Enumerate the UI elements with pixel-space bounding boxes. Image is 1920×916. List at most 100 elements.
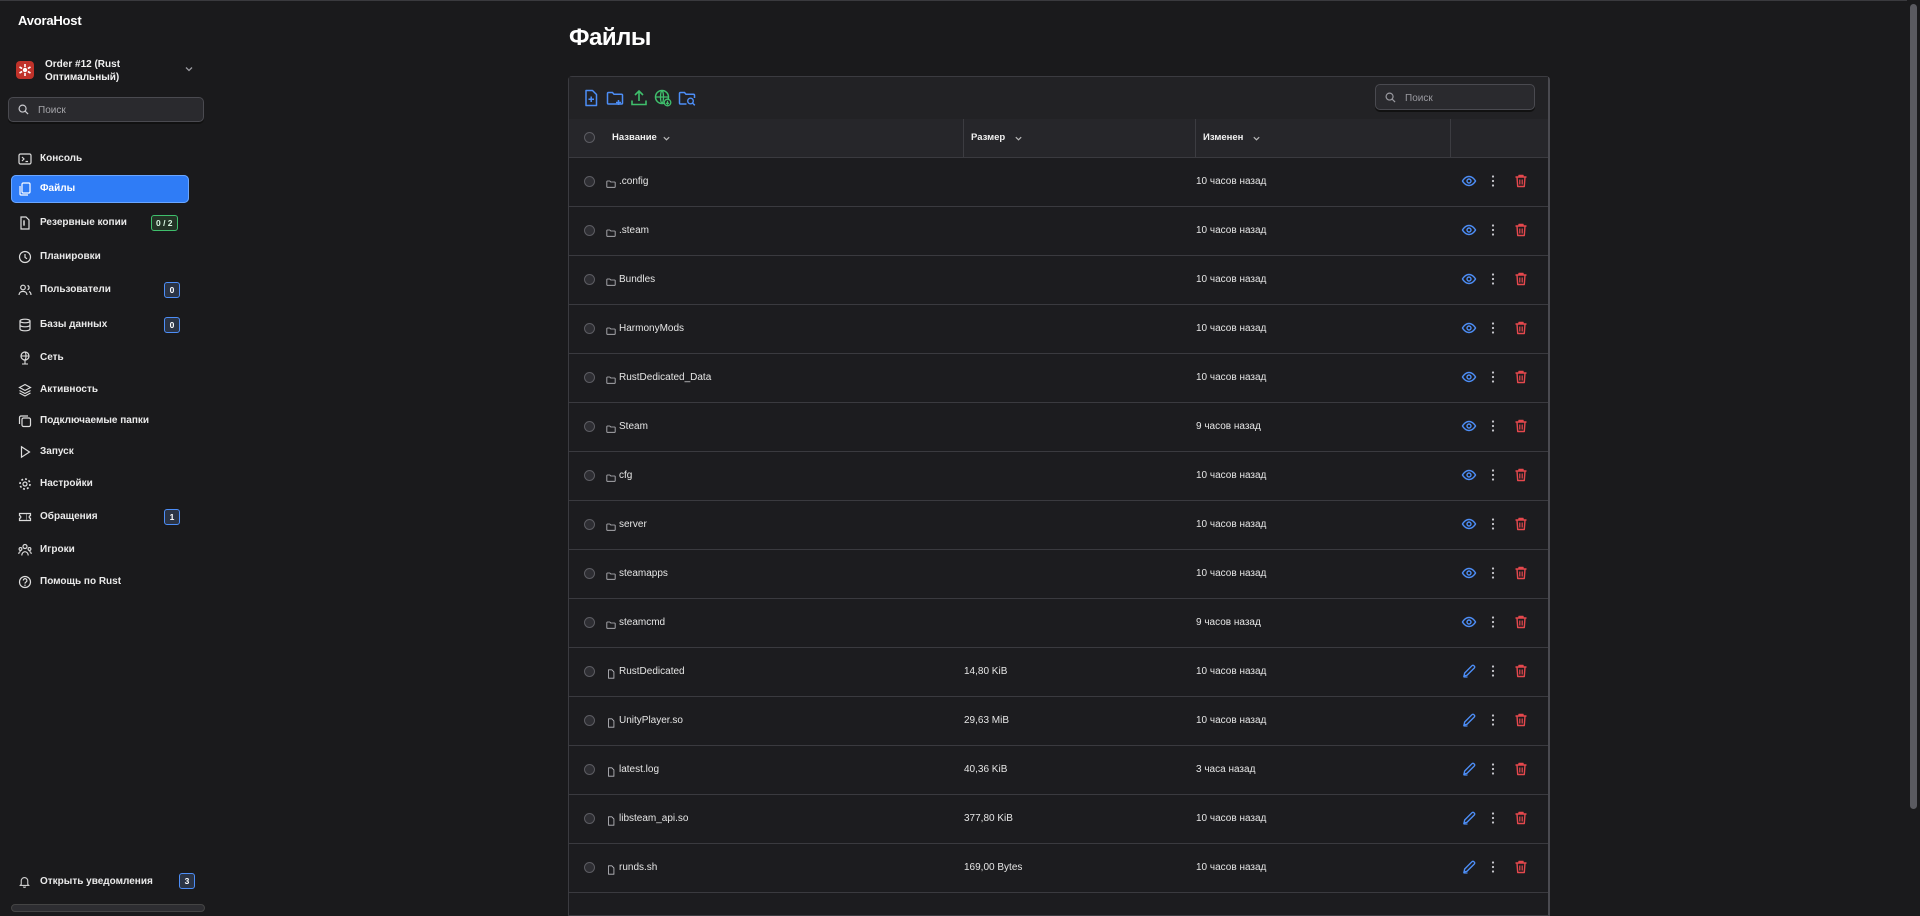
table-row[interactable]: .config 10 часов назад [569, 157, 1548, 207]
pencil-icon[interactable] [1461, 859, 1477, 875]
pencil-icon[interactable] [1461, 761, 1477, 777]
trash-icon[interactable] [1513, 712, 1529, 728]
more-vertical-icon[interactable] [1485, 810, 1501, 826]
pencil-icon[interactable] [1461, 712, 1477, 728]
more-vertical-icon[interactable] [1485, 712, 1501, 728]
file-name[interactable]: server [619, 519, 647, 530]
eye-icon[interactable] [1461, 467, 1477, 483]
page-scrollbar[interactable] [1907, 0, 1920, 908]
column-header-size[interactable]: Размер [964, 119, 1195, 157]
row-checkbox[interactable] [584, 225, 595, 236]
more-vertical-icon[interactable] [1485, 614, 1501, 630]
sidebar-item-startup[interactable]: Запуск [11, 438, 189, 466]
open-notifications-button[interactable]: Открыть уведомления 3 [16, 872, 196, 892]
file-name[interactable]: latest.log [619, 764, 659, 775]
more-vertical-icon[interactable] [1485, 467, 1501, 483]
sidebar-item-databases[interactable]: Базы данных 0 [11, 311, 189, 339]
sidebar-search-input[interactable] [36, 102, 200, 119]
table-row[interactable]: RustDedicated_Data 10 часов назад [569, 353, 1548, 403]
table-row[interactable]: libsteam_api.so 377,80 KiB 10 часов назад [569, 794, 1548, 844]
eye-icon[interactable] [1461, 516, 1477, 532]
table-row[interactable]: UnityPlayer.so 29,63 MiB 10 часов назад [569, 696, 1548, 746]
sidebar-item-schedules[interactable]: Планировки [11, 243, 189, 271]
new-file-icon[interactable] [581, 88, 601, 108]
eye-icon[interactable] [1461, 418, 1477, 434]
row-checkbox[interactable] [584, 176, 595, 187]
row-checkbox[interactable] [584, 519, 595, 530]
table-row[interactable]: steamcmd 9 часов назад [569, 598, 1548, 648]
eye-icon[interactable] [1461, 614, 1477, 630]
sidebar-item-activity[interactable]: Активность [11, 376, 189, 404]
sidebar-item-rust-help[interactable]: Помощь по Rust [11, 568, 189, 596]
row-checkbox[interactable] [584, 617, 595, 628]
more-vertical-icon[interactable] [1485, 369, 1501, 385]
file-name[interactable]: .steam [619, 225, 649, 236]
trash-icon[interactable] [1513, 369, 1529, 385]
more-vertical-icon[interactable] [1485, 663, 1501, 679]
sidebar-item-network[interactable]: Сеть [11, 344, 189, 372]
more-vertical-icon[interactable] [1485, 222, 1501, 238]
row-checkbox[interactable] [584, 568, 595, 579]
new-folder-icon[interactable] [605, 88, 625, 108]
more-vertical-icon[interactable] [1485, 516, 1501, 532]
row-checkbox[interactable] [584, 813, 595, 824]
table-row[interactable]: Steam 9 часов назад [569, 402, 1548, 452]
pencil-icon[interactable] [1461, 810, 1477, 826]
eye-icon[interactable] [1461, 222, 1477, 238]
table-row[interactable]: HarmonyMods 10 часов назад [569, 304, 1548, 354]
eye-icon[interactable] [1461, 320, 1477, 336]
more-vertical-icon[interactable] [1485, 761, 1501, 777]
sidebar-item-console[interactable]: Консоль [11, 145, 189, 173]
more-vertical-icon[interactable] [1485, 418, 1501, 434]
row-checkbox[interactable] [584, 470, 595, 481]
eye-icon[interactable] [1461, 565, 1477, 581]
file-name[interactable]: Bundles [619, 274, 655, 285]
trash-icon[interactable] [1513, 810, 1529, 826]
sidebar-item-backups[interactable]: Резервные копии 0 / 2 [11, 209, 189, 237]
row-checkbox[interactable] [584, 715, 595, 726]
more-vertical-icon[interactable] [1485, 271, 1501, 287]
trash-icon[interactable] [1513, 516, 1529, 532]
more-vertical-icon[interactable] [1485, 320, 1501, 336]
file-name[interactable]: RustDedicated [619, 666, 685, 677]
trash-icon[interactable] [1513, 467, 1529, 483]
more-vertical-icon[interactable] [1485, 565, 1501, 581]
table-row[interactable]: latest.log 40,36 KiB 3 часа назад [569, 745, 1548, 795]
file-search-input[interactable] [1403, 90, 1527, 107]
sidebar-item-mounts[interactable]: Подключаемые папки [11, 407, 189, 435]
trash-icon[interactable] [1513, 565, 1529, 581]
trash-icon[interactable] [1513, 320, 1529, 336]
sidebar-item-players[interactable]: Игроки [11, 536, 189, 564]
trash-icon[interactable] [1513, 222, 1529, 238]
row-checkbox[interactable] [584, 666, 595, 677]
eye-icon[interactable] [1461, 173, 1477, 189]
brand-logo[interactable]: AvoraHost [18, 13, 82, 28]
column-header-name[interactable]: Название [569, 119, 963, 157]
file-name[interactable]: RustDedicated_Data [619, 372, 711, 383]
trash-icon[interactable] [1513, 859, 1529, 875]
file-name[interactable]: steamcmd [619, 617, 665, 628]
file-name[interactable]: steamapps [619, 568, 668, 579]
column-header-modified[interactable]: Изменен [1196, 119, 1451, 157]
file-name[interactable]: .config [619, 176, 648, 187]
table-row[interactable]: server 10 часов назад [569, 500, 1548, 550]
sidebar-item-settings[interactable]: Настройки [11, 470, 189, 498]
table-row[interactable]: steamapps 10 часов назад [569, 549, 1548, 599]
file-name[interactable]: libsteam_api.so [619, 813, 688, 824]
row-checkbox[interactable] [584, 274, 595, 285]
more-vertical-icon[interactable] [1485, 859, 1501, 875]
scrollbar-thumb[interactable] [1910, 4, 1917, 809]
row-checkbox[interactable] [584, 372, 595, 383]
eye-icon[interactable] [1461, 369, 1477, 385]
table-row[interactable]: Bundles 10 часов назад [569, 255, 1548, 305]
pencil-icon[interactable] [1461, 663, 1477, 679]
row-checkbox[interactable] [584, 421, 595, 432]
sidebar-item-files[interactable]: Файлы [11, 175, 189, 203]
row-checkbox[interactable] [584, 323, 595, 334]
file-name[interactable]: runds.sh [619, 862, 657, 873]
file-name[interactable]: UnityPlayer.so [619, 715, 683, 726]
trash-icon[interactable] [1513, 614, 1529, 630]
account-menu[interactable] [11, 904, 205, 912]
search-folder-icon[interactable] [677, 88, 697, 108]
trash-icon[interactable] [1513, 418, 1529, 434]
